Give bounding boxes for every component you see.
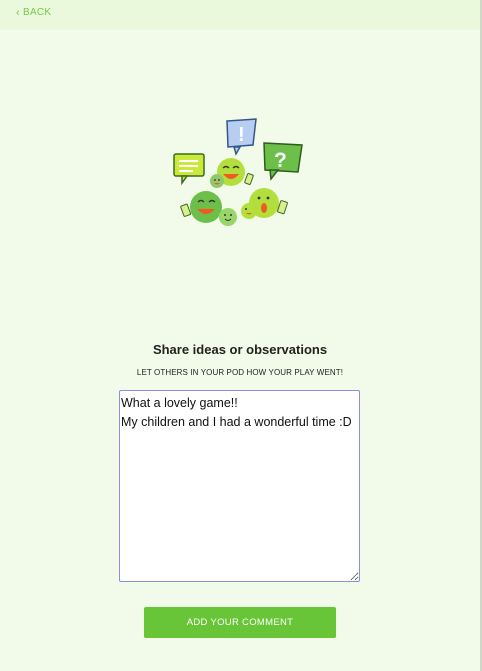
speech-bubble-text-icon <box>173 153 205 186</box>
character-right <box>249 188 288 218</box>
chevron-left-icon: ‹ <box>16 6 20 19</box>
chatting-characters-icon: ! ? <box>173 118 303 226</box>
top-bar: ‹ BACK <box>0 0 480 30</box>
speech-bubble-exclamation-icon: ! <box>226 118 257 156</box>
back-label: BACK <box>22 7 52 18</box>
character-left <box>180 191 222 223</box>
page-subtitle: LET OTHERS IN YOUR POD HOW YOUR PLAY WEN… <box>136 368 344 377</box>
character-small-bottom <box>219 208 237 226</box>
character-small-top <box>210 174 224 188</box>
speech-bubble-question-icon: ? <box>263 142 303 181</box>
svg-text:!: ! <box>238 124 245 146</box>
comment-textarea[interactable] <box>119 390 360 582</box>
back-link[interactable]: ‹ BACK <box>16 7 51 18</box>
page-title: Share ideas or observations <box>152 342 328 357</box>
svg-text:?: ? <box>274 149 287 172</box>
add-comment-button[interactable]: ADD YOUR COMMENT <box>144 607 336 638</box>
